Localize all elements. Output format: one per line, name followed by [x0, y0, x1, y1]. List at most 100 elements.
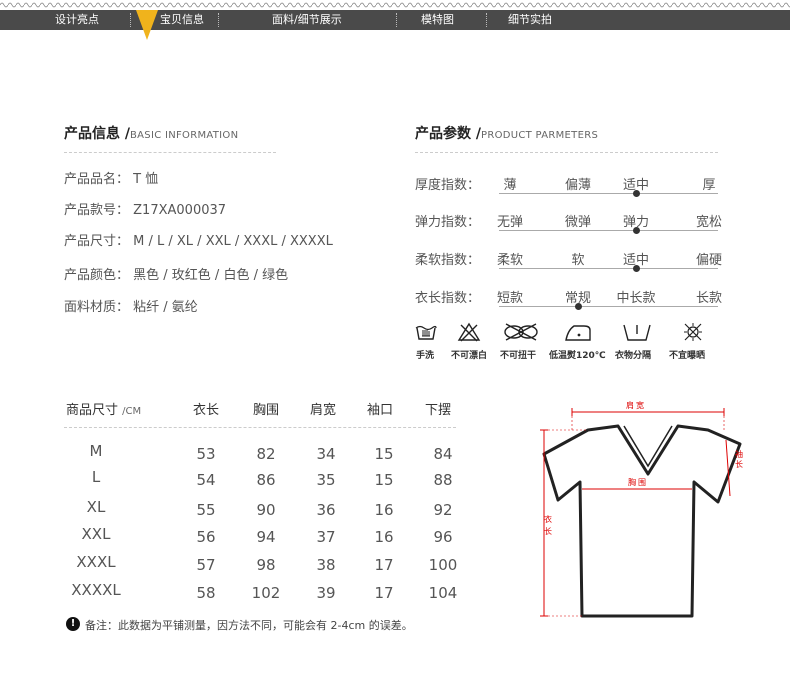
nav-product-info[interactable]: 宝贝信息	[160, 10, 204, 30]
param-option: 厚	[702, 178, 716, 193]
info-value: 黑色 / 玫红色 / 白色 / 绿色	[133, 268, 289, 283]
size-cell-value: 58	[196, 584, 216, 602]
param-scale-line	[499, 306, 718, 307]
info-value: M / L / XL / XXL / XXXL / XXXXL	[133, 234, 333, 249]
size-table-header-chest: 胸围	[252, 403, 279, 418]
size-cell-label: L	[91, 468, 101, 486]
param-option: 偏硬	[695, 253, 722, 268]
param-option: 软	[571, 253, 585, 268]
divider	[64, 152, 276, 153]
product-params-title: 产品参数 /PRODUCT PARMETERS	[415, 123, 598, 143]
label-body-length: 衣长	[544, 515, 552, 536]
care-label-no-sun-dry: 不宜曝晒	[669, 351, 706, 361]
param-scale-line	[499, 193, 718, 194]
size-cell-value: 102	[251, 584, 281, 602]
care-label-separate-wash: 衣物分隔	[615, 351, 652, 361]
size-cell-label: XXL	[81, 525, 111, 543]
param-option: 柔软	[496, 253, 523, 268]
size-cell-value: 36	[316, 501, 336, 519]
nav-design-highlights[interactable]: 设计亮点	[55, 10, 99, 30]
active-nav-arrow-icon	[136, 10, 158, 40]
low-iron-icon	[565, 325, 591, 341]
size-table-header-shoulder: 肩宽	[309, 403, 336, 418]
label-sleeve-length: 袖长	[735, 450, 743, 469]
param-label: 厚度指数：	[415, 178, 481, 193]
info-row-sizes: 产品尺寸： M / L / XL / XXL / XXXL / XXXXL	[64, 230, 333, 249]
param-label: 弹力指数：	[415, 215, 481, 230]
size-cell-value: 86	[256, 471, 276, 489]
label-chest: 胸围	[628, 478, 648, 487]
info-row-material: 面料材质： 粘纤 / 氨纶	[64, 296, 198, 315]
size-table-header-cuff: 袖口	[366, 403, 393, 418]
size-cell-value: 15	[374, 445, 394, 463]
param-option: 宽松	[695, 215, 722, 230]
nav-separator	[218, 13, 219, 27]
param-selected-marker	[633, 265, 640, 272]
size-cell-value: 35	[316, 471, 336, 489]
size-cell-label: XXXL	[76, 553, 116, 571]
param-option: 短款	[496, 291, 523, 306]
size-unit: /CM	[122, 406, 142, 417]
size-cell-value: 104	[428, 584, 458, 602]
no-sun-dry-icon	[684, 323, 702, 341]
info-row-colors: 产品颜色： 黑色 / 玫红色 / 白色 / 绿色	[64, 264, 288, 283]
tshirt-measurement-diagram	[540, 408, 742, 618]
size-cell-label: XXXXL	[71, 581, 121, 599]
product-params-title-cn: 产品参数 /	[415, 126, 481, 142]
size-table-header-size: 商品尺寸 /CM	[66, 399, 141, 418]
top-decoration	[0, 0, 790, 10]
info-label: 面料材质：	[64, 300, 130, 315]
size-cell-value: 92	[433, 501, 453, 519]
info-row-style-no: 产品款号： Z17XA000037	[64, 199, 226, 218]
divider	[415, 152, 718, 153]
divider	[64, 427, 456, 428]
tshirt-outline	[542, 424, 742, 618]
param-option: 长款	[695, 291, 722, 306]
no-wring-icon	[504, 323, 538, 341]
care-instructions: 手洗 不可漂白 不可扭干 低温熨120℃ 衣物分隔 不宜曝晒	[412, 322, 722, 362]
param-option: 无弹	[496, 215, 523, 230]
size-table-header-length: 衣长	[192, 403, 219, 418]
size-cell-value: 98	[256, 556, 276, 574]
hand-wash-icon	[415, 325, 437, 340]
section-nav: 设计亮点 宝贝信息 面料/细节展示 模特图 细节实拍	[0, 10, 790, 30]
nav-separator	[396, 13, 397, 27]
info-value: 粘纤 / 氨纶	[133, 300, 198, 315]
param-selected-marker	[575, 303, 582, 310]
param-option: 偏薄	[564, 178, 591, 193]
info-label: 产品颜色：	[64, 268, 130, 283]
nav-fabric-details[interactable]: 面料/细节展示	[272, 10, 342, 30]
care-label-no-bleach: 不可漂白	[451, 351, 488, 361]
param-selected-marker	[633, 190, 640, 197]
info-value: T 恤	[133, 172, 159, 187]
size-cell-value: 96	[433, 528, 453, 546]
size-cell-value: 56	[196, 528, 216, 546]
size-cell-value: 17	[374, 556, 394, 574]
product-params-title-en: PRODUCT PARMETERS	[481, 130, 599, 141]
size-table-header-hem: 下摆	[424, 403, 451, 418]
size-cell-value: 37	[316, 528, 336, 546]
param-scale-line	[499, 268, 718, 269]
size-cell-value: 55	[196, 501, 216, 519]
param-option: 薄	[503, 178, 517, 193]
size-cell-label: M	[89, 442, 103, 460]
size-cell-label: XL	[86, 498, 106, 516]
size-cell-value: 39	[316, 584, 336, 602]
size-cell-value: 57	[196, 556, 216, 574]
separate-wash-icon	[623, 324, 651, 341]
param-option: 微弹	[564, 215, 591, 230]
param-option: 中长款	[616, 291, 656, 306]
info-row-name: 产品品名： T 恤	[64, 168, 158, 187]
product-info-title-cn: 产品信息 /	[64, 126, 130, 142]
nav-detail-photos[interactable]: 细节实拍	[508, 10, 552, 30]
care-label-no-wring: 不可扭干	[500, 351, 537, 361]
nav-model-photos[interactable]: 模特图	[421, 10, 454, 30]
size-cell-value: 17	[374, 584, 394, 602]
info-label: 产品品名：	[64, 172, 130, 187]
size-cell-value: 16	[374, 501, 394, 519]
param-selected-marker	[633, 227, 640, 234]
size-cell-value: 34	[316, 445, 336, 463]
size-cell-value: 53	[196, 445, 216, 463]
param-label: 柔软指数：	[415, 253, 481, 268]
size-cell-value: 38	[316, 556, 336, 574]
